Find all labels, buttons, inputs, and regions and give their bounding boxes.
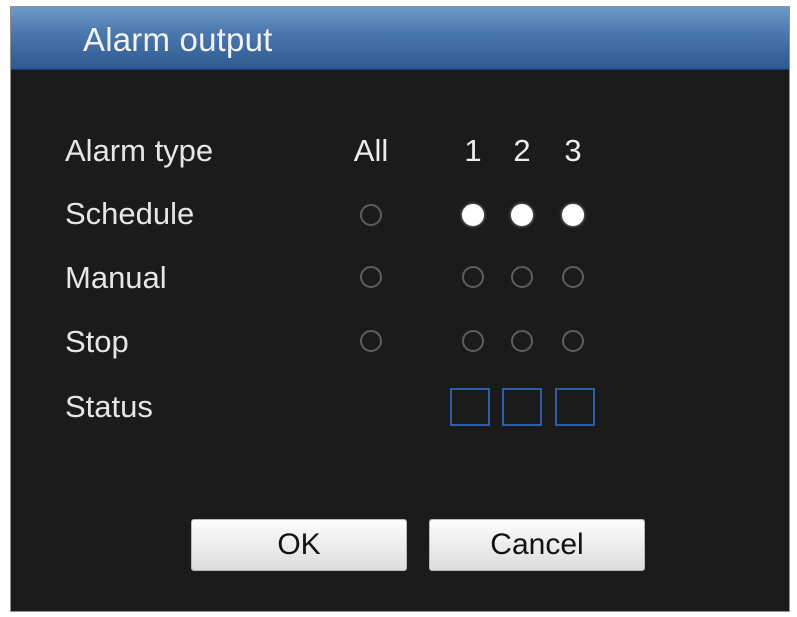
row-label-status: Status — [65, 389, 153, 424]
stop-output-3-radio[interactable] — [562, 330, 584, 352]
row-label-schedule: Schedule — [65, 196, 195, 231]
schedule-output-3-radio[interactable] — [562, 204, 584, 226]
manual-all-radio[interactable] — [360, 266, 382, 288]
alarm-output-dialog: Alarm output Alarm type Schedule Manual … — [10, 6, 790, 612]
stop-output-2-radio[interactable] — [511, 330, 533, 352]
status-indicator-2 — [502, 388, 542, 426]
schedule-output-2-radio[interactable] — [511, 204, 533, 226]
column-header-3: 3 — [564, 133, 582, 168]
column-header-1: 1 — [464, 133, 482, 168]
title-bar: Alarm output — [11, 7, 789, 70]
dialog-title: Alarm output — [83, 21, 273, 58]
status-indicator-1 — [450, 388, 490, 426]
cancel-button[interactable]: Cancel — [429, 519, 645, 571]
column-header-all: All — [353, 133, 389, 168]
status-indicator-3 — [555, 388, 595, 426]
ok-button[interactable]: OK — [191, 519, 407, 571]
stop-all-radio[interactable] — [360, 330, 382, 352]
manual-output-3-radio[interactable] — [562, 266, 584, 288]
row-label-manual: Manual — [65, 260, 167, 295]
manual-output-2-radio[interactable] — [511, 266, 533, 288]
column-header-2: 2 — [513, 133, 531, 168]
schedule-all-radio[interactable] — [360, 204, 382, 226]
row-label-stop: Stop — [65, 324, 129, 359]
schedule-output-1-radio[interactable] — [462, 204, 484, 226]
row-label-alarm-type: Alarm type — [65, 133, 214, 168]
manual-output-1-radio[interactable] — [462, 266, 484, 288]
stop-output-1-radio[interactable] — [462, 330, 484, 352]
